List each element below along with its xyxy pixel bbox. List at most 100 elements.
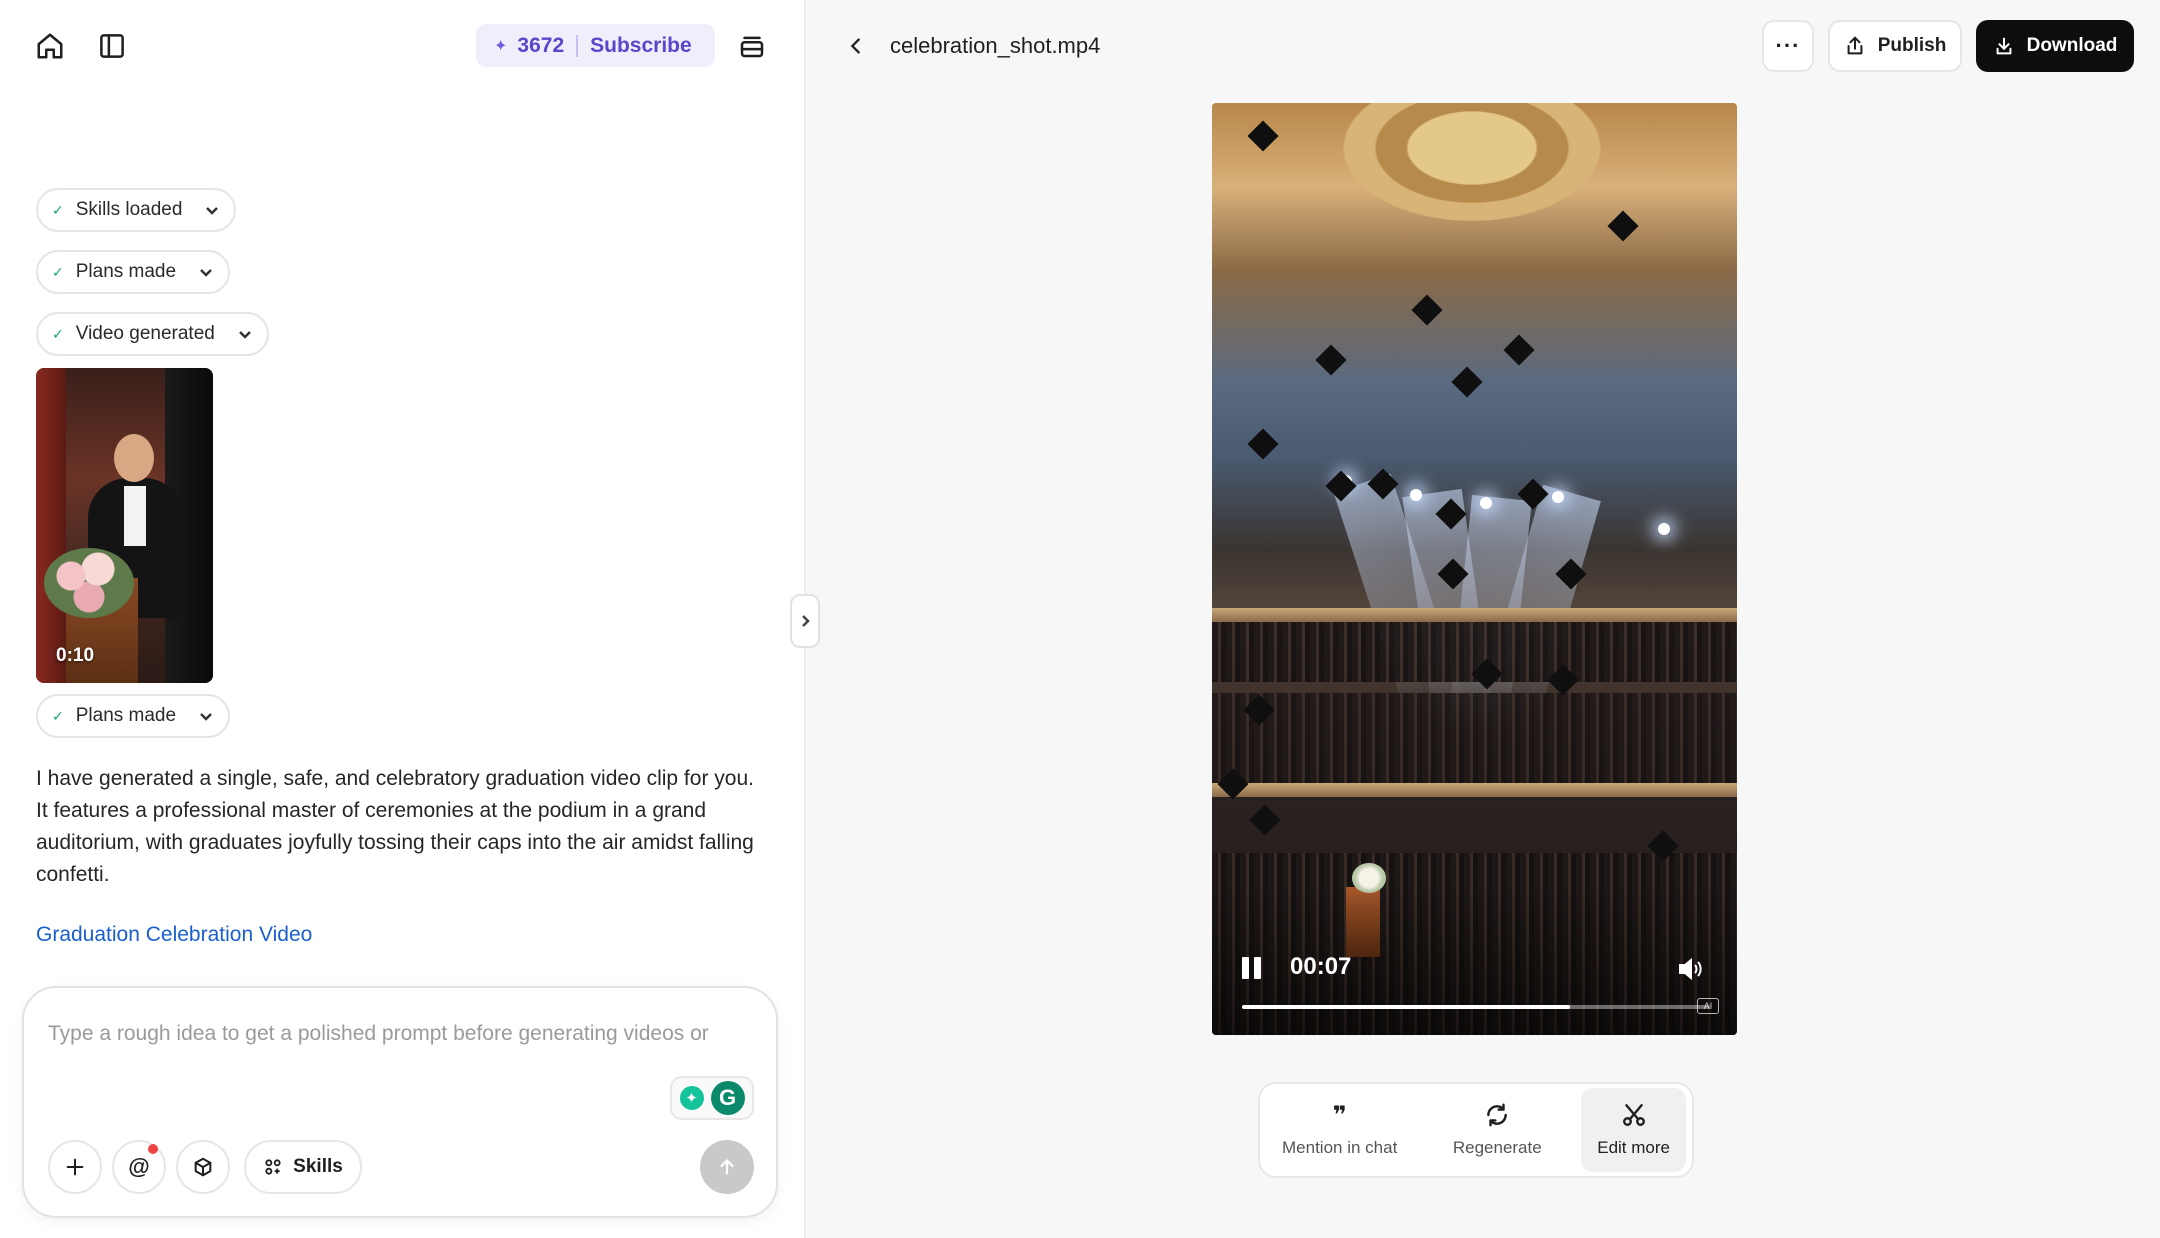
video-cap [1451, 366, 1483, 398]
credits-count: 3672 [517, 33, 565, 57]
arrow-up-icon [720, 1159, 734, 1175]
video-balcony [1212, 783, 1737, 797]
more-icon: ··· [1775, 33, 1801, 58]
pill-separator [576, 34, 579, 57]
check-icon: ✓ [52, 325, 64, 342]
video-cap [1247, 428, 1279, 460]
expand-panel-button[interactable] [790, 594, 820, 648]
edit-more-button[interactable]: Edit more [1581, 1088, 1686, 1172]
video-action-bar: ❞ Mention in chat Regenerate Edit more [1258, 1082, 1694, 1178]
viewer-panel: celebration_shot.mp4 ··· Publish Downloa… [806, 0, 2160, 1238]
video-cap [1503, 334, 1535, 366]
pause-icon [1242, 957, 1249, 979]
video-balcony [1212, 608, 1737, 622]
plus-icon [66, 1158, 84, 1176]
grammarly-icon: G [710, 1081, 745, 1115]
video-dome [1322, 103, 1622, 233]
share-icon [1847, 36, 1863, 55]
video-cap [1315, 344, 1347, 376]
action-label: Edit more [1597, 1138, 1670, 1157]
ai-badge-icon: AI [1697, 998, 1719, 1014]
publish-button[interactable]: Publish [1828, 20, 1962, 72]
video-current-time: 00:07 [1290, 953, 1352, 980]
chevron-down-icon [198, 708, 214, 724]
prompt-input[interactable] [48, 1014, 758, 1054]
download-button[interactable]: Download [1976, 20, 2134, 72]
home-button[interactable] [28, 24, 72, 68]
credits-pill[interactable]: ✦ 3672 Subscribe [476, 24, 715, 67]
sidebar-toggle-button[interactable] [90, 24, 134, 68]
step-label: Video generated [75, 323, 215, 344]
check-icon: ✓ [52, 263, 64, 280]
chevron-right-icon [802, 615, 810, 627]
thumbnail-curtain-left [36, 368, 66, 683]
grammarly-widget[interactable]: ✦ G [670, 1076, 754, 1120]
video-progress-bar[interactable] [1242, 1005, 1710, 1009]
add-button[interactable] [48, 1140, 102, 1194]
scissors-icon [1621, 1102, 1647, 1128]
video-cap [1249, 804, 1281, 836]
notification-dot [148, 1144, 158, 1154]
step-plans-made-2[interactable]: ✓ Plans made [36, 694, 231, 738]
sidebar-icon [100, 34, 124, 58]
pause-button[interactable] [1242, 957, 1262, 979]
thumbnail-speaker-head [114, 434, 154, 482]
action-label: Regenerate [1452, 1138, 1542, 1157]
mention-in-chat-button[interactable]: ❞ Mention in chat [1266, 1088, 1413, 1172]
file-title: celebration_shot.mp4 [890, 33, 1101, 58]
step-label: Plans made [75, 261, 177, 282]
chevron-down-icon [198, 264, 214, 280]
video-spotlight [1552, 491, 1564, 503]
chevron-down-icon [237, 326, 253, 342]
back-button[interactable] [836, 26, 876, 66]
sparkle-icon: ✦ [494, 37, 508, 55]
grid-icon [265, 1159, 281, 1175]
thumbnail-duration: 0:10 [56, 645, 95, 666]
speaker-icon [1679, 957, 1702, 981]
stack-icon [740, 36, 764, 58]
history-button[interactable] [730, 24, 774, 68]
download-label: Download [2026, 35, 2118, 56]
skills-button[interactable]: Skills [244, 1140, 362, 1194]
chat-composer: ✦ G @ Skills [22, 986, 778, 1218]
send-button[interactable] [700, 1140, 754, 1194]
thumbnail-flowers [44, 548, 134, 618]
video-spotlight [1658, 523, 1670, 535]
video-spotlight [1410, 489, 1422, 501]
video-cap [1247, 120, 1279, 152]
video-progress-fill [1242, 1005, 1570, 1009]
pause-icon [1254, 957, 1261, 979]
refresh-icon [1484, 1102, 1510, 1128]
check-icon: ✓ [52, 201, 64, 218]
video-player[interactable]: 00:07 AI [1212, 103, 1737, 1035]
video-cap [1411, 294, 1443, 326]
assistant-message: I have generated a single, safe, and cel… [36, 767, 754, 886]
video-link[interactable]: Graduation Celebration Video [36, 923, 312, 947]
thumbnail-speaker-shirt [124, 486, 146, 546]
video-crowd-mezzanine [1212, 693, 1737, 783]
video-cap [1607, 210, 1639, 242]
regenerate-button[interactable]: Regenerate [1437, 1088, 1558, 1172]
more-options-button[interactable]: ··· [1762, 20, 1814, 72]
subscribe-link[interactable]: Subscribe [590, 34, 692, 58]
home-icon [37, 33, 63, 59]
chevron-down-icon [204, 202, 220, 218]
step-label: Skills loaded [75, 199, 183, 220]
publish-label: Publish [1877, 35, 1947, 56]
video-thumbnail[interactable]: 0:10 [36, 368, 213, 683]
lightbulb-icon: ✦ [679, 1086, 704, 1110]
step-video-generated[interactable]: ✓ Video generated [36, 312, 269, 356]
download-icon [1996, 37, 2012, 55]
quote-icon: ❞ [1332, 1101, 1347, 1129]
volume-button[interactable] [1676, 955, 1704, 983]
mention-button[interactable]: @ [112, 1140, 166, 1194]
chat-panel: ✦ 3672 Subscribe ✓ Skills loaded ✓ Plans… [0, 0, 804, 1238]
step-skills-loaded[interactable]: ✓ Skills loaded [36, 188, 237, 232]
step-label: Plans made [75, 705, 177, 726]
step-plans-made[interactable]: ✓ Plans made [36, 250, 231, 294]
cube-icon [194, 1157, 212, 1177]
action-label: Mention in chat [1282, 1138, 1398, 1157]
video-spotlight [1480, 497, 1492, 509]
check-icon: ✓ [52, 707, 64, 724]
model-button[interactable] [176, 1140, 230, 1194]
